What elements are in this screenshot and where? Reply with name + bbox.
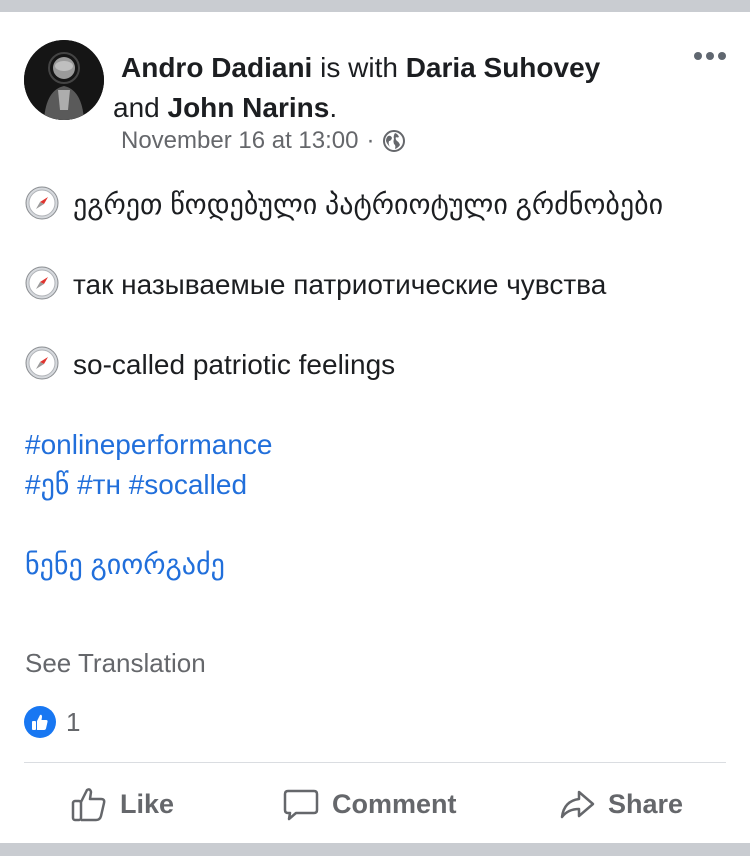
hashtag-link[interactable]: #onlineperformance <box>25 429 273 460</box>
mention-link[interactable]: ნენე გიორგაძე <box>25 549 225 580</box>
timestamp-separator: · <box>366 127 375 154</box>
share-label: Share <box>608 788 684 819</box>
like-icon <box>71 788 106 822</box>
thumbs-up-icon <box>32 714 48 730</box>
post-header: Andro Dadiani is with Daria Suhovey and … <box>113 48 681 128</box>
body-line-russian: так называемые патриотические чувства <box>25 265 725 305</box>
hashtag-link[interactable]: #тн <box>77 469 121 500</box>
author-name[interactable]: Andro Dadiani <box>121 52 312 83</box>
hashtag-link[interactable]: #socalled <box>129 469 247 500</box>
hashtag-link[interactable]: #ეწ <box>25 469 69 500</box>
see-translation-link[interactable]: See Translation <box>25 648 206 679</box>
body-line-georgian: ეგრეთ წოდებული პატრიოტული გრძნობები <box>25 185 725 225</box>
post-timestamp[interactable]: November 16 at 13:00 <box>121 127 358 155</box>
comment-icon <box>283 789 319 821</box>
post-body: ეგრეთ წოდებული პატრიოტული გრძნობები так … <box>25 185 725 585</box>
top-frame-bar <box>0 0 750 12</box>
avatar-image <box>24 40 104 120</box>
with-text: is with <box>312 52 406 83</box>
like-label: Like <box>120 788 175 819</box>
hashtag-line-2: #ეწ #тн #socalled <box>25 465 725 505</box>
timestamp-row: November 16 at 13:00 · <box>121 127 406 155</box>
reactions-summary[interactable]: 1 <box>24 706 80 738</box>
bottom-frame-bar <box>0 843 750 856</box>
english-text: so-called patriotic feelings <box>73 349 396 380</box>
tagged-user-2[interactable]: John Narins <box>168 92 330 123</box>
reaction-count: 1 <box>66 706 81 737</box>
like-button[interactable]: Like <box>70 770 174 838</box>
hashtag-line-1: #onlineperformance <box>25 425 725 465</box>
like-reaction-icon <box>24 706 56 738</box>
comment-label: Comment <box>332 788 457 819</box>
actions-bar: Like Comment Share <box>0 770 750 838</box>
georgian-text: ეგრეთ წოდებული პატრიოტული გრძნობები <box>73 189 664 220</box>
comment-button[interactable]: Comment <box>282 770 457 838</box>
body-line-english: so-called patriotic feelings <box>25 345 725 385</box>
avatar[interactable] <box>24 40 104 120</box>
more-dot <box>706 52 714 60</box>
actions-divider <box>24 762 726 763</box>
and-text: and <box>113 92 168 123</box>
compass-icon <box>25 186 59 220</box>
russian-text: так называемые патриотические чувства <box>73 269 607 300</box>
compass-icon <box>25 346 59 380</box>
tagged-user-1[interactable]: Daria Suhovey <box>406 52 601 83</box>
more-dot <box>694 52 702 60</box>
compass-icon <box>25 266 59 300</box>
mention-line: ნენე გიორგაძე <box>25 545 725 585</box>
share-icon <box>560 790 595 819</box>
more-options-icon[interactable] <box>690 46 730 66</box>
share-button[interactable]: Share <box>558 770 683 838</box>
header-period: . <box>329 92 338 123</box>
globe-icon[interactable] <box>382 129 406 153</box>
more-dot <box>718 52 726 60</box>
